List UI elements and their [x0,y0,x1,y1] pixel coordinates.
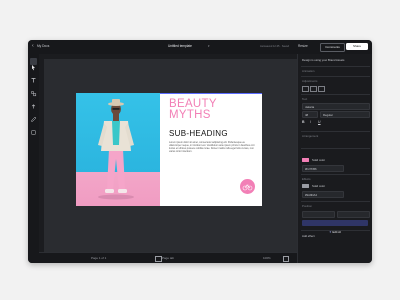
font-weight-select[interactable]: Regular [320,111,370,118]
stroke-type-label[interactable]: Solid color [312,184,325,188]
tool-text[interactable] [30,71,37,83]
bold-icon[interactable]: B [302,120,305,125]
section-adjustments[interactable]: Adjustments [302,79,317,83]
section-text: Text [302,97,308,101]
chevron-down-icon[interactable]: ▾ [208,44,210,49]
canvas-area[interactable]: BEAUTY MYTHS SUB-HEADING Lorem ipsum dol… [44,59,297,252]
panel-divider [301,148,370,149]
pen-icon [31,116,37,122]
page-tab-icon[interactable] [155,256,162,262]
panel-divider [301,230,370,231]
underline-icon[interactable]: U [318,120,321,125]
position-x-field[interactable] [302,211,335,218]
fashion-photo[interactable] [76,93,160,206]
cursor-icon [32,65,35,71]
share-button[interactable]: Share [346,43,368,50]
document-title[interactable]: Untitled template [168,44,192,49]
section-animation[interactable]: Animation [302,69,314,73]
properties-panel: Design is using your Brand Assets Animat… [297,54,372,263]
upload-icon [31,104,36,109]
panel-divider [301,66,370,67]
section-arrangement[interactable]: Arrangement [302,134,318,138]
tool-select[interactable] [30,58,37,71]
brand-assets-hint: Design is using your Brand Assets [302,58,345,62]
back-icon[interactable]: ‹ [32,43,34,50]
share-button-label: Share [352,44,361,48]
align-right-icon[interactable] [318,86,325,92]
edit-ai-label: Edit AI [332,230,342,234]
stroke-color-value: #9A9DA4 [305,192,317,197]
panel-divider [301,94,370,95]
brand-badge[interactable] [240,179,255,194]
editor-window: ‹ My Docs Untitled template ▾ Autosaved … [28,40,372,263]
edit-ai-button[interactable]: ✦ Edit AI [302,220,368,234]
tool-draw[interactable] [30,110,37,122]
shapes-icon [30,90,37,97]
panel-divider [301,174,370,175]
tool-brand[interactable] [30,123,37,135]
font-size-input[interactable]: 48 [302,111,318,118]
section-position: Position [302,204,312,208]
slide-title[interactable]: BEAUTY MYTHS [169,98,217,121]
stroke-color-swatch[interactable] [302,184,309,188]
align-center-icon[interactable] [310,86,317,92]
brand-icon [31,130,36,135]
section-effects: Effects [302,177,311,181]
position-y-field[interactable] [337,211,370,218]
panel-divider [301,131,370,132]
text-icon [31,78,36,83]
add-effect-link[interactable]: Add effect [302,234,315,238]
back-link[interactable]: My Docs [37,44,49,49]
italic-icon[interactable]: I [310,120,311,125]
font-size-value: 48 [305,112,309,117]
bottom-bar: Page 1 of 1 Page tab 100% [39,252,297,263]
fill-color-swatch[interactable] [302,158,309,162]
design-slide[interactable]: BEAUTY MYTHS SUB-HEADING Lorem ipsum dol… [76,93,262,206]
comments-button[interactable]: Comments [320,43,345,52]
font-family-select[interactable]: Jakarta [302,103,370,110]
tool-uploads[interactable] [30,97,37,109]
fill-color-field[interactable]: #F27FB6 [302,165,344,172]
page-tab-label[interactable]: Page tab [162,256,174,261]
tool-elements[interactable] [30,84,37,97]
slide-subheading[interactable]: SUB-HEADING [169,129,228,138]
resize-button[interactable]: Resize [298,44,308,49]
bicycle-icon [242,184,253,191]
page-info: Page 1 of 1 [91,256,107,260]
fill-type-label[interactable]: Solid color [312,158,325,162]
model-illustration [98,99,134,200]
font-weight-value: Regular [323,112,333,117]
font-family-value: Jakarta [305,104,315,109]
save-status: Autosaved 12:45 · Saved [260,45,290,48]
slide-title-line2: MYTHS [169,109,211,121]
top-bar: ‹ My Docs Untitled template ▾ Autosaved … [28,40,372,55]
text-format-row: B I U [302,120,368,125]
fill-color-value: #F27FB6 [305,166,317,171]
zoom-level[interactable]: 100% [263,256,271,261]
slide-body-text[interactable]: Lorem ipsum dolor sit amet, consectetur … [169,141,255,153]
selection-guide-line [160,93,262,94]
panel-divider [301,76,370,77]
fullscreen-icon[interactable] [283,256,289,262]
comments-button-label: Comments [325,45,340,49]
align-left-icon[interactable] [302,86,309,92]
panel-divider [301,201,370,202]
stroke-color-field[interactable]: #9A9DA4 [302,191,344,198]
